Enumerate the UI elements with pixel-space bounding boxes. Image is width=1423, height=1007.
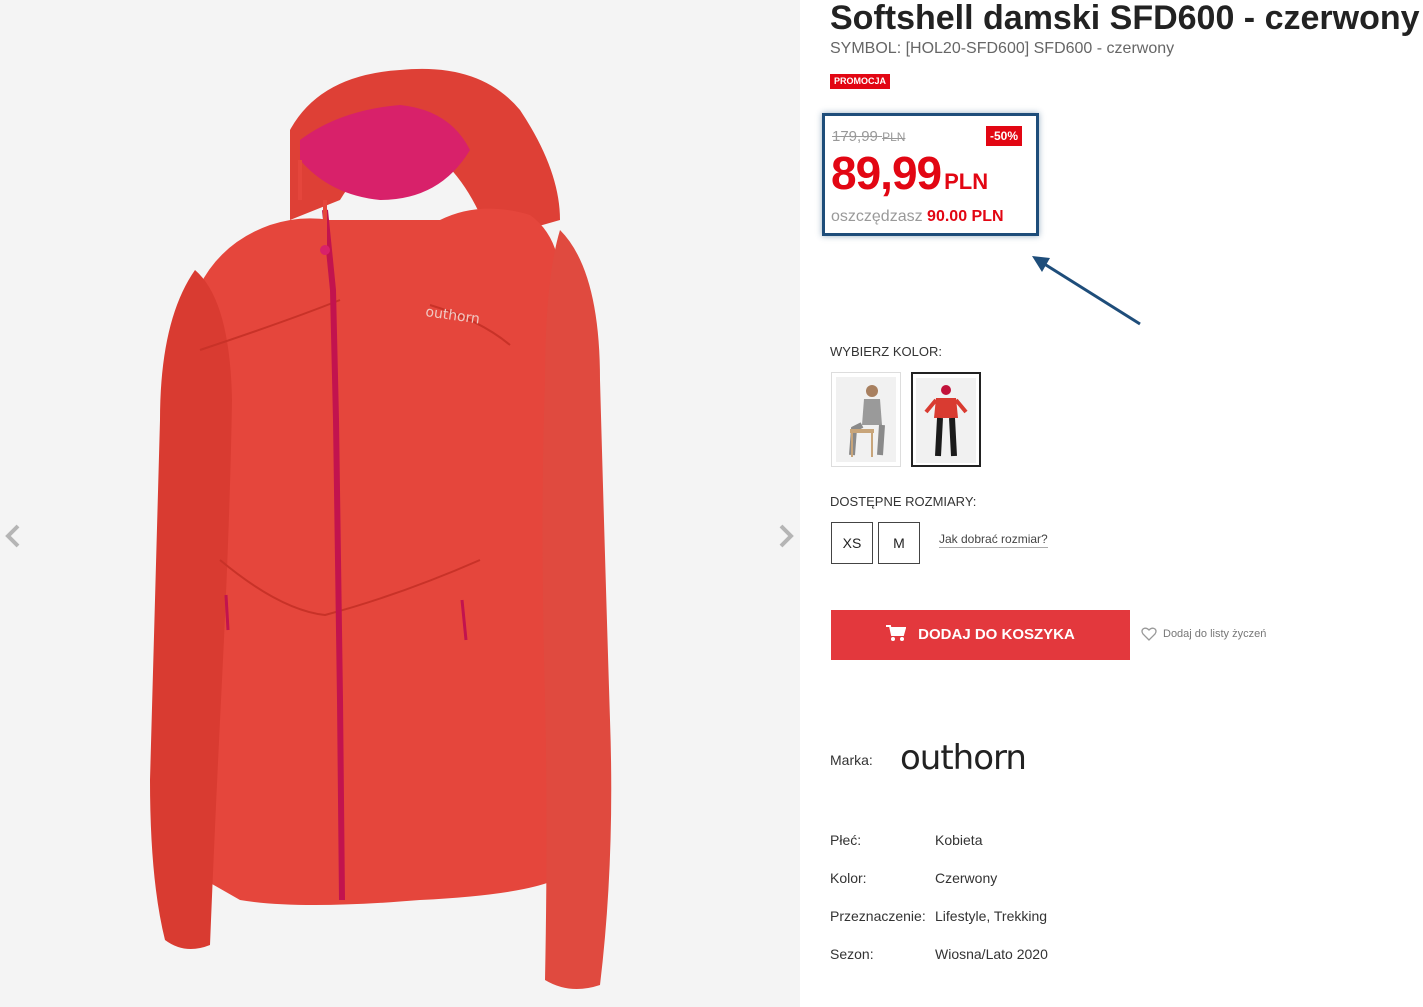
cart-icon (886, 625, 907, 642)
callout-arrow (1032, 256, 1141, 326)
sizes-label: DOSTĘPNE ROZMIARY: (830, 494, 977, 509)
color-swatch-gray[interactable] (831, 372, 901, 467)
product-title: Softshell damski SFD600 - czerwony (830, 0, 1420, 37)
old-price-amount: 179,99 (832, 128, 878, 145)
savings: oszczędzasz 90.00 PLN (831, 208, 1004, 226)
color-label: WYBIERZ KOLOR: (830, 344, 942, 359)
prev-image-button[interactable] (0, 518, 28, 554)
brand-logo[interactable]: outhorn (900, 738, 1027, 778)
attr-season-key: Sezon: (830, 946, 874, 962)
discount-badge: -50% (986, 126, 1023, 146)
current-price-amount: 89,99 (831, 147, 942, 199)
price-box: 179,99 PLN -50% 89,99 PLN oszczędzasz 90.… (822, 113, 1039, 236)
color-thumb-gray (836, 377, 896, 462)
attr-purpose-value: Lifestyle, Trekking (935, 908, 1048, 924)
wishlist-label: Dodaj do listy życzeń (1163, 627, 1267, 640)
attr-color-value: Czerwony (935, 870, 998, 886)
attr-gender-key: Płeć: (830, 832, 862, 848)
current-price-currency: PLN (944, 169, 989, 194)
old-price-currency: PLN (882, 130, 906, 144)
heart-icon (1141, 627, 1157, 641)
attr-gender-value: Kobieta (935, 832, 983, 848)
size-option-m[interactable]: M (878, 522, 920, 564)
brand-label: Marka: (830, 752, 873, 768)
product-gallery: outhorn (0, 0, 800, 1007)
wishlist-link[interactable]: Dodaj do listy życzeń (1141, 627, 1266, 641)
add-to-cart-button[interactable]: DODAJ DO KOSZYKA (831, 610, 1130, 660)
old-price: 179,99 PLN (832, 128, 905, 145)
product-symbol: SYMBOL: [HOL20-SFD600] SFD600 - czerwony (830, 40, 1175, 57)
chevron-left-icon (5, 524, 20, 548)
current-price: 89,99 PLN (831, 146, 988, 200)
color-thumb-red (916, 378, 976, 463)
attr-purpose-key: Przeznaczenie: (830, 908, 926, 924)
savings-label: oszczędzasz (831, 208, 923, 225)
next-image-button[interactable] (771, 518, 799, 554)
product-image: outhorn (150, 68, 612, 989)
promo-badge: PROMOCJA (830, 74, 891, 89)
add-to-cart-label: DODAJ DO KOSZYKA (918, 626, 1075, 643)
size-option-xs[interactable]: XS (831, 522, 873, 564)
savings-value: 90.00 PLN (927, 208, 1004, 225)
color-swatch-red[interactable] (911, 372, 981, 467)
size-guide-link[interactable]: Jak dobrać rozmiar? (939, 532, 1048, 548)
attr-color-key: Kolor: (830, 870, 867, 886)
attr-season-value: Wiosna/Lato 2020 (935, 946, 1048, 962)
chevron-right-icon (779, 524, 794, 548)
